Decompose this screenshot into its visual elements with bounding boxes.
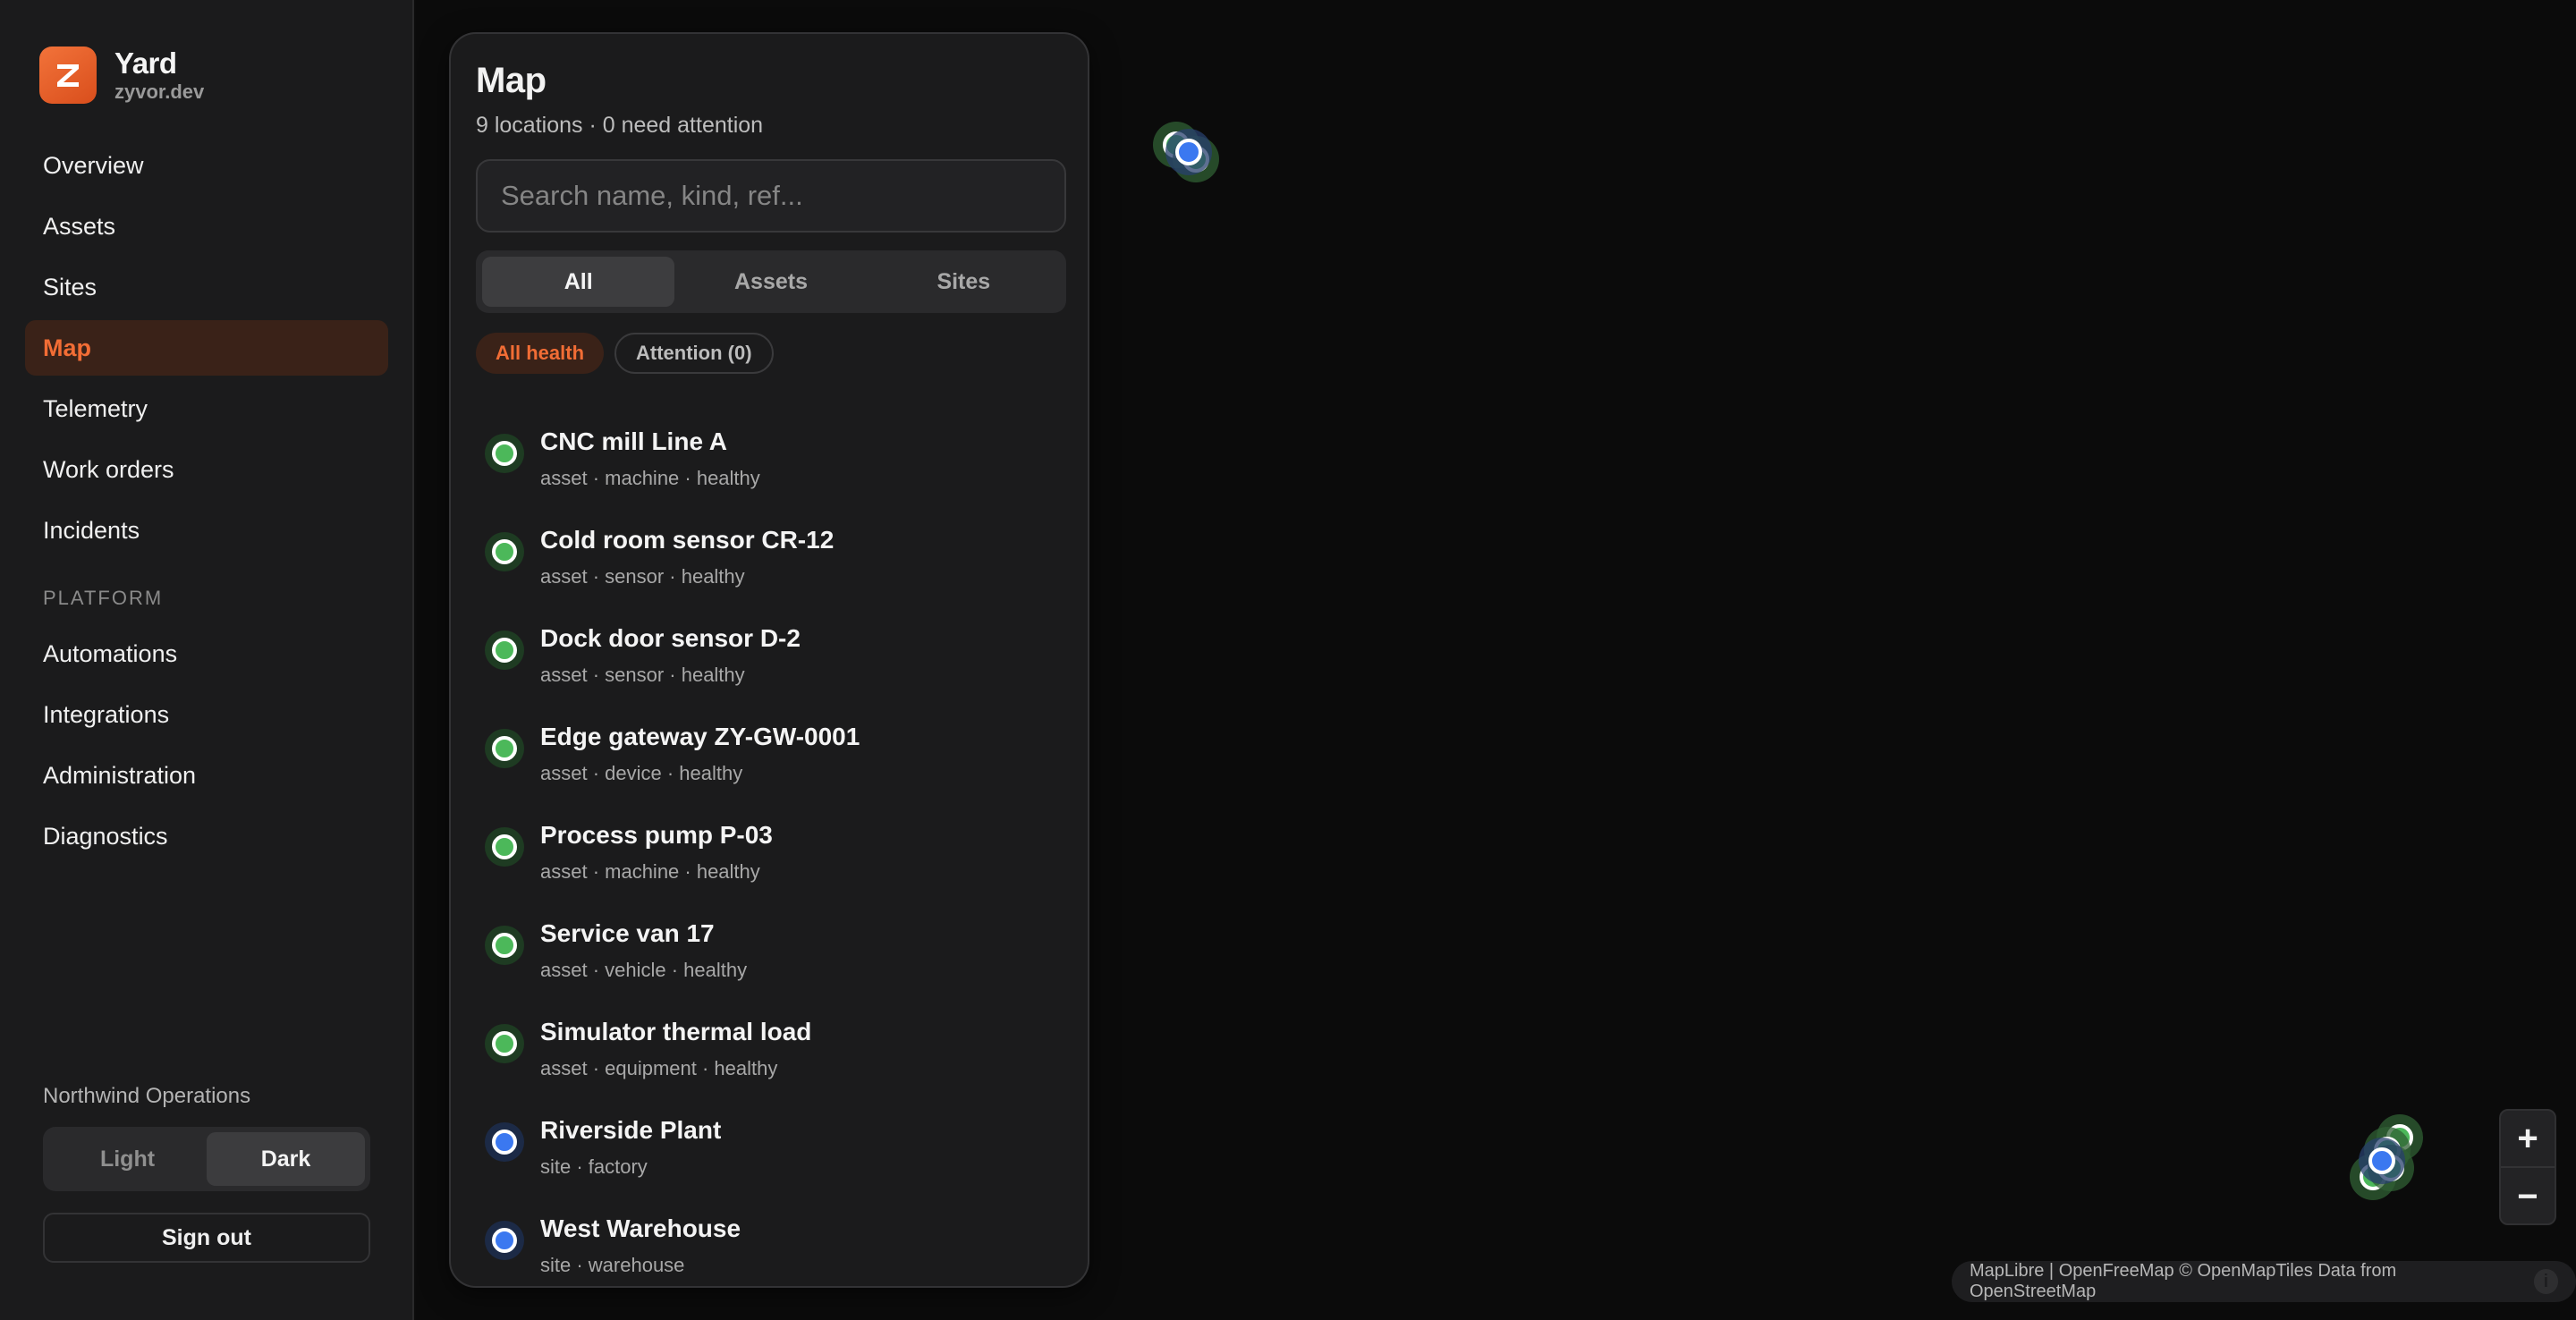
list-item[interactable]: Dock door sensor D-2 asset · sensor · he… — [476, 624, 1066, 723]
status-dot-icon — [485, 827, 524, 867]
map-marker-site[interactable] — [1165, 129, 1212, 175]
status-dot-icon — [485, 926, 524, 965]
nav-item-diagnostics[interactable]: Diagnostics — [25, 808, 388, 864]
nav-item-integrations[interactable]: Integrations — [25, 687, 388, 742]
locations-summary: 9 locations · 0 need attention — [476, 113, 764, 138]
info-icon[interactable]: i — [2533, 1269, 2558, 1294]
list-item[interactable]: Riverside Plant site · factory — [476, 1116, 1066, 1214]
zoom-in-button[interactable]: + — [2501, 1111, 2555, 1168]
list-item-meta: asset · sensor · healthy — [540, 664, 745, 686]
list-item[interactable]: Process pump P-03 asset · machine · heal… — [476, 821, 1066, 919]
nav-item-map[interactable]: Map — [25, 320, 388, 376]
nav-item-assets[interactable]: Assets — [25, 199, 388, 254]
list-item[interactable]: Cold room sensor CR-12 asset · sensor · … — [476, 526, 1066, 624]
status-dot-icon — [485, 630, 524, 670]
list-item-meta: site · warehouse — [540, 1254, 685, 1276]
theme-dark-button[interactable]: Dark — [207, 1132, 365, 1186]
status-dot-icon — [485, 1122, 524, 1162]
tab-assets[interactable]: Assets — [674, 257, 867, 307]
map-panel: Map 9 locations · 0 need attention All A… — [449, 32, 1089, 1288]
organization-name: Northwind Operations — [43, 1084, 251, 1108]
sidebar: Yard zyvor.dev Overview Assets Sites Map… — [0, 0, 414, 1320]
page-title: Map — [476, 61, 547, 100]
nav-item-incidents[interactable]: Incidents — [25, 503, 388, 558]
app-domain: zyvor.dev — [114, 80, 205, 103]
status-dot-icon — [485, 1221, 524, 1260]
list-item-title: Simulator thermal load — [540, 1018, 812, 1045]
list-item[interactable]: CNC mill Line A asset · machine · health… — [476, 427, 1066, 526]
theme-light-button[interactable]: Light — [48, 1132, 207, 1186]
nav-section-platform: PLATFORM — [43, 587, 164, 609]
list-item-title: Process pump P-03 — [540, 821, 773, 849]
list-item-meta: site · factory — [540, 1155, 648, 1178]
list-item-title: Riverside Plant — [540, 1116, 722, 1144]
zoom-out-button[interactable]: − — [2501, 1168, 2555, 1225]
list-item-meta: asset · vehicle · healthy — [540, 959, 748, 981]
nav-item-sites[interactable]: Sites — [25, 259, 388, 315]
list-item-title: Edge gateway ZY-GW-0001 — [540, 723, 860, 750]
list-item-meta: asset · machine · healthy — [540, 860, 760, 883]
nav-item-telemetry[interactable]: Telemetry — [25, 381, 388, 436]
nav-item-overview[interactable]: Overview — [25, 138, 388, 193]
tab-sites[interactable]: Sites — [868, 257, 1060, 307]
zoom-controls: + − — [2499, 1109, 2556, 1225]
search-input[interactable] — [476, 159, 1066, 233]
tab-all[interactable]: All — [482, 257, 675, 307]
nav-item-administration[interactable]: Administration — [25, 748, 388, 803]
nav-item-work-orders[interactable]: Work orders — [25, 442, 388, 497]
status-dot-icon — [485, 729, 524, 768]
brand[interactable]: Yard zyvor.dev — [39, 47, 204, 104]
location-list: CNC mill Line A asset · machine · health… — [476, 427, 1066, 1313]
list-item[interactable]: West Warehouse site · warehouse — [476, 1214, 1066, 1313]
list-item-title: West Warehouse — [540, 1214, 741, 1242]
logo-icon — [39, 47, 97, 104]
theme-toggle: Light Dark — [43, 1127, 370, 1191]
map-attribution: MapLibre | OpenFreeMap © OpenMapTiles Da… — [1952, 1261, 2576, 1302]
status-dot-icon — [485, 434, 524, 473]
health-filter-chips: All health Attention (0) — [476, 333, 784, 374]
nav-item-automations[interactable]: Automations — [25, 626, 388, 681]
type-filter-tabs: All Assets Sites — [476, 250, 1066, 313]
status-dot-icon — [485, 1024, 524, 1063]
z-logo-icon — [57, 64, 79, 87]
chip-all-health[interactable]: All health — [476, 333, 605, 374]
list-item-title: CNC mill Line A — [540, 427, 727, 455]
list-item-meta: asset · device · healthy — [540, 762, 743, 784]
chip-attention[interactable]: Attention (0) — [614, 333, 774, 374]
list-item-meta: asset · sensor · healthy — [540, 565, 745, 588]
status-dot-icon — [485, 532, 524, 571]
list-item[interactable]: Service van 17 asset · vehicle · healthy — [476, 919, 1066, 1018]
list-item[interactable]: Simulator thermal load asset · equipment… — [476, 1018, 1066, 1116]
list-item-title: Cold room sensor CR-12 — [540, 526, 835, 554]
map-marker-site[interactable] — [2359, 1138, 2405, 1184]
sign-out-button[interactable]: Sign out — [43, 1213, 370, 1263]
list-item-title: Dock door sensor D-2 — [540, 624, 801, 652]
list-item-meta: asset · equipment · healthy — [540, 1057, 778, 1079]
list-item[interactable]: Edge gateway ZY-GW-0001 asset · device ·… — [476, 723, 1066, 821]
app-name: Yard — [114, 47, 177, 80]
list-item-meta: asset · machine · healthy — [540, 467, 760, 489]
attribution-text[interactable]: MapLibre | OpenFreeMap © OpenMapTiles Da… — [1970, 1261, 2514, 1302]
list-item-title: Service van 17 — [540, 919, 715, 947]
main-nav: Overview Assets Sites Map Telemetry Work… — [25, 138, 388, 869]
